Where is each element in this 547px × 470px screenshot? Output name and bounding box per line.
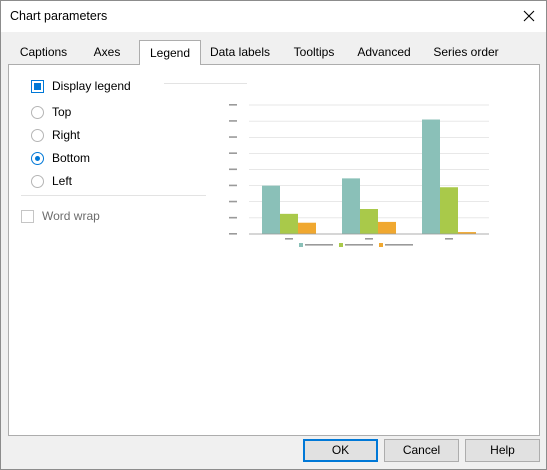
- ok-button[interactable]: OK: [303, 439, 378, 462]
- legend-label: [385, 244, 413, 246]
- help-button[interactable]: Help: [465, 439, 540, 462]
- position-right-label: Right: [52, 128, 81, 142]
- position-top-label: Top: [52, 105, 72, 119]
- radio-circle[interactable]: [31, 105, 44, 119]
- title-bar: Chart parameters: [1, 1, 546, 32]
- legend-swatch: [299, 243, 303, 247]
- y-tick-label: [229, 104, 237, 106]
- y-tick-label: [229, 136, 237, 138]
- y-tick-label: [229, 184, 237, 187]
- bar: [262, 185, 280, 234]
- bar: [440, 187, 458, 234]
- x-tick-label: [365, 238, 373, 240]
- group-separator-bottom: [21, 195, 206, 196]
- legend-swatch: [379, 243, 383, 247]
- dialog-title: Chart parameters: [10, 9, 108, 23]
- tab-advanced[interactable]: Advanced: [352, 42, 416, 64]
- tab-series-order[interactable]: Series order: [426, 42, 506, 64]
- position-bottom-radio[interactable]: Bottom: [31, 151, 90, 165]
- position-left-label: Left: [52, 174, 73, 188]
- y-tick-label: [229, 200, 237, 203]
- y-tick-label: [229, 233, 237, 235]
- legend-label: [345, 244, 373, 246]
- position-right-radio[interactable]: Right: [31, 128, 80, 142]
- y-tick-label: [229, 120, 237, 122]
- bar: [298, 222, 316, 234]
- y-tick-label: [229, 216, 237, 219]
- close-button[interactable]: [518, 5, 540, 27]
- position-left-radio[interactable]: Left: [31, 174, 72, 188]
- word-wrap-label: Word wrap: [42, 209, 100, 223]
- tab-axes[interactable]: Axes: [80, 42, 134, 64]
- legend-swatch: [339, 243, 343, 247]
- bar: [360, 209, 378, 234]
- bar: [378, 221, 396, 234]
- radio-circle[interactable]: [31, 151, 44, 165]
- tab-tooltips[interactable]: Tooltips: [284, 42, 344, 64]
- tab-legend[interactable]: Legend: [139, 40, 201, 65]
- group-separator-top: [164, 83, 247, 84]
- legend-preview-chart: [229, 104, 489, 247]
- x-tick-label: [285, 238, 293, 240]
- word-wrap-checkbox-box[interactable]: [21, 209, 34, 223]
- cancel-button[interactable]: Cancel: [384, 439, 459, 462]
- bar: [422, 119, 440, 234]
- radio-circle[interactable]: [31, 128, 44, 142]
- bar: [280, 213, 298, 234]
- radio-circle[interactable]: [31, 174, 44, 188]
- display-legend-checkbox[interactable]: Display legend: [31, 79, 131, 93]
- y-tick-label: [229, 152, 237, 154]
- display-legend-checkbox-box[interactable]: [31, 79, 44, 93]
- word-wrap-checkbox[interactable]: Word wrap: [21, 209, 100, 223]
- y-tick-label: [229, 168, 237, 171]
- position-bottom-label: Bottom: [52, 151, 91, 165]
- close-icon: [523, 10, 535, 22]
- position-top-radio[interactable]: Top: [31, 105, 71, 119]
- bar: [342, 178, 360, 234]
- legend-label: [305, 244, 333, 246]
- x-tick-label: [445, 238, 453, 240]
- tab-data-labels[interactable]: Data labels: [204, 42, 276, 64]
- tab-strip: Captions Axes Legend Data labels Tooltip…: [8, 40, 538, 65]
- tab-captions[interactable]: Captions: [11, 42, 76, 64]
- display-legend-label: Display legend: [52, 79, 131, 93]
- chart-parameters-dialog: Chart parameters Captions Axes Legend Da…: [0, 0, 547, 470]
